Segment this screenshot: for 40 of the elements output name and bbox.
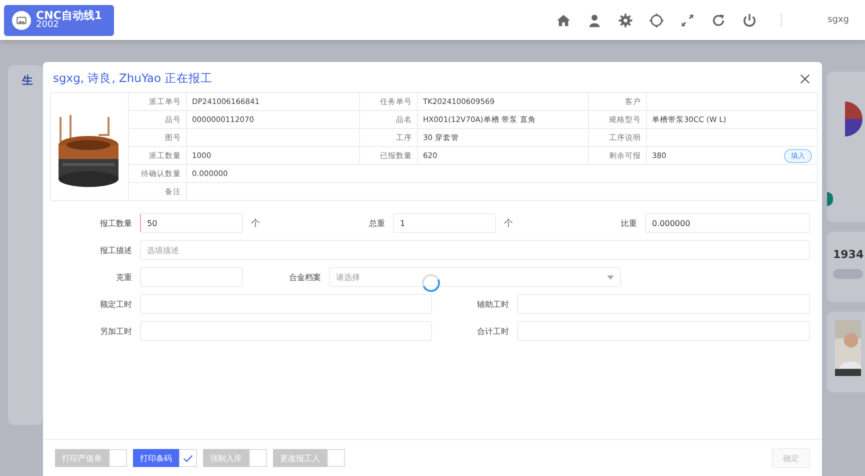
select-field[interactable]: 请选择: [329, 267, 621, 287]
unit-label: 个: [250, 218, 261, 230]
image-icon: [12, 10, 31, 30]
check-icon: [183, 454, 193, 462]
form-label: 额定工时: [99, 298, 133, 310]
form-label: 另加工时: [99, 326, 133, 336]
checkbox[interactable]: [327, 449, 345, 467]
checkbox[interactable]: [249, 449, 267, 467]
checkbox[interactable]: [109, 449, 127, 467]
user-name[interactable]: sgxg: [828, 15, 849, 25]
line-code: 2002: [36, 21, 59, 30]
user-icon[interactable]: [586, 12, 602, 28]
input-field[interactable]: 50: [140, 213, 243, 233]
form-label: 合金档案: [288, 272, 322, 282]
input-field[interactable]: 1: [393, 213, 496, 233]
input-field[interactable]: 0.000000: [645, 213, 810, 233]
form-label: 合计工时: [476, 326, 510, 336]
app-title: CNC自动线1: [36, 10, 102, 22]
unit-label: 个: [503, 218, 514, 230]
form-label: 总重: [368, 218, 386, 228]
dialog-title: sgxg, 诗良, ZhuYao 正在报工: [53, 71, 213, 86]
form-label: 克重: [115, 272, 133, 282]
form-label: 报工数量: [99, 218, 133, 228]
home-icon[interactable]: [556, 12, 571, 28]
panel-heading: 生: [22, 74, 33, 87]
caret-icon: [607, 274, 614, 280]
form-label: 比重: [620, 218, 638, 228]
sun-icon[interactable]: [648, 12, 664, 28]
checkbox[interactable]: [179, 449, 197, 467]
form-label: 报工描述: [99, 244, 133, 256]
refresh-icon[interactable]: [710, 12, 726, 28]
toggle-button[interactable]: 打印条码: [133, 449, 179, 467]
stat-value: 1934: [833, 248, 865, 261]
fullscreen-icon[interactable]: [680, 12, 695, 28]
input-field[interactable]: 选填描述: [140, 240, 810, 260]
close-icon[interactable]: [800, 74, 810, 84]
progress-track: [833, 269, 863, 279]
settings-icon[interactable]: [618, 12, 633, 28]
form-label: 辅助工时: [476, 298, 510, 310]
power-icon[interactable]: [742, 12, 757, 28]
